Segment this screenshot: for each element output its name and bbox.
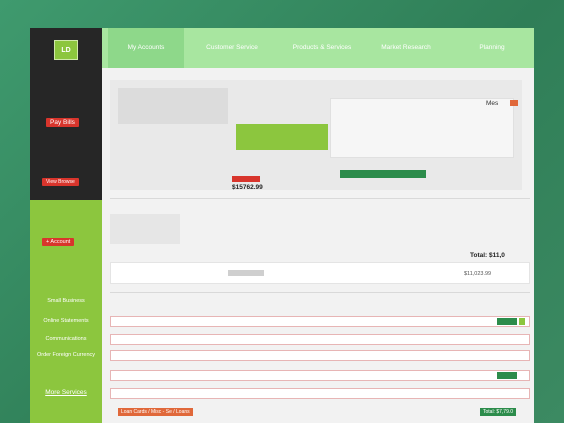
total-value: $11,023.99	[464, 271, 492, 277]
top-nav: My Accounts Customer Service Products & …	[102, 28, 534, 68]
list-item[interactable]	[110, 334, 530, 345]
tab-products-services[interactable]: Products & Services	[280, 28, 364, 68]
row-action-button[interactable]	[497, 372, 517, 379]
loan-row-total: Total: $7,79.0	[480, 408, 517, 416]
tab-planning[interactable]: Planning	[462, 28, 522, 68]
list-item[interactable]	[110, 370, 530, 381]
divider	[110, 292, 530, 293]
sidebar-item-communications[interactable]: Communications	[30, 336, 102, 342]
loan-row-label[interactable]: Loan Cards / Misc - Se / Loans	[118, 408, 193, 416]
promo-image	[118, 88, 228, 124]
tab-customer-service[interactable]: Customer Service	[194, 28, 270, 68]
sidebar-item-online-statements[interactable]: Online Statements	[30, 318, 102, 324]
promo-banner[interactable]	[236, 124, 328, 150]
avatar[interactable]: LD	[54, 40, 78, 60]
view-browse-button[interactable]: View Browse	[42, 178, 79, 186]
total-label: Total: $11,0	[470, 252, 505, 259]
list-item[interactable]	[110, 316, 530, 327]
tab-market-research[interactable]: Market Research	[372, 28, 440, 68]
more-services-link[interactable]: More Services	[30, 389, 102, 396]
account-image	[110, 214, 180, 244]
menu-icon[interactable]	[510, 100, 518, 106]
list-item[interactable]	[110, 350, 530, 361]
divider	[110, 198, 530, 199]
row-action-button[interactable]	[497, 318, 517, 325]
list-item[interactable]	[110, 388, 530, 399]
balance-flag	[232, 176, 260, 182]
add-account-button[interactable]: + Account	[42, 238, 75, 246]
menu-label[interactable]: Mes	[486, 100, 498, 107]
row-expand-button[interactable]	[519, 318, 525, 325]
pay-bills-button[interactable]: Pay Bills	[46, 118, 79, 127]
summary-action-button[interactable]	[340, 170, 426, 178]
account-summary-card	[330, 98, 514, 158]
account-name-placeholder	[228, 270, 264, 276]
sidebar-item-order-foreign-currency[interactable]: Order Foreign Currency	[30, 352, 102, 358]
tab-my-accounts[interactable]: My Accounts	[108, 28, 184, 68]
sidebar-item-small-business[interactable]: Small Business	[30, 298, 102, 304]
balance-value: $15762.99	[232, 184, 263, 191]
